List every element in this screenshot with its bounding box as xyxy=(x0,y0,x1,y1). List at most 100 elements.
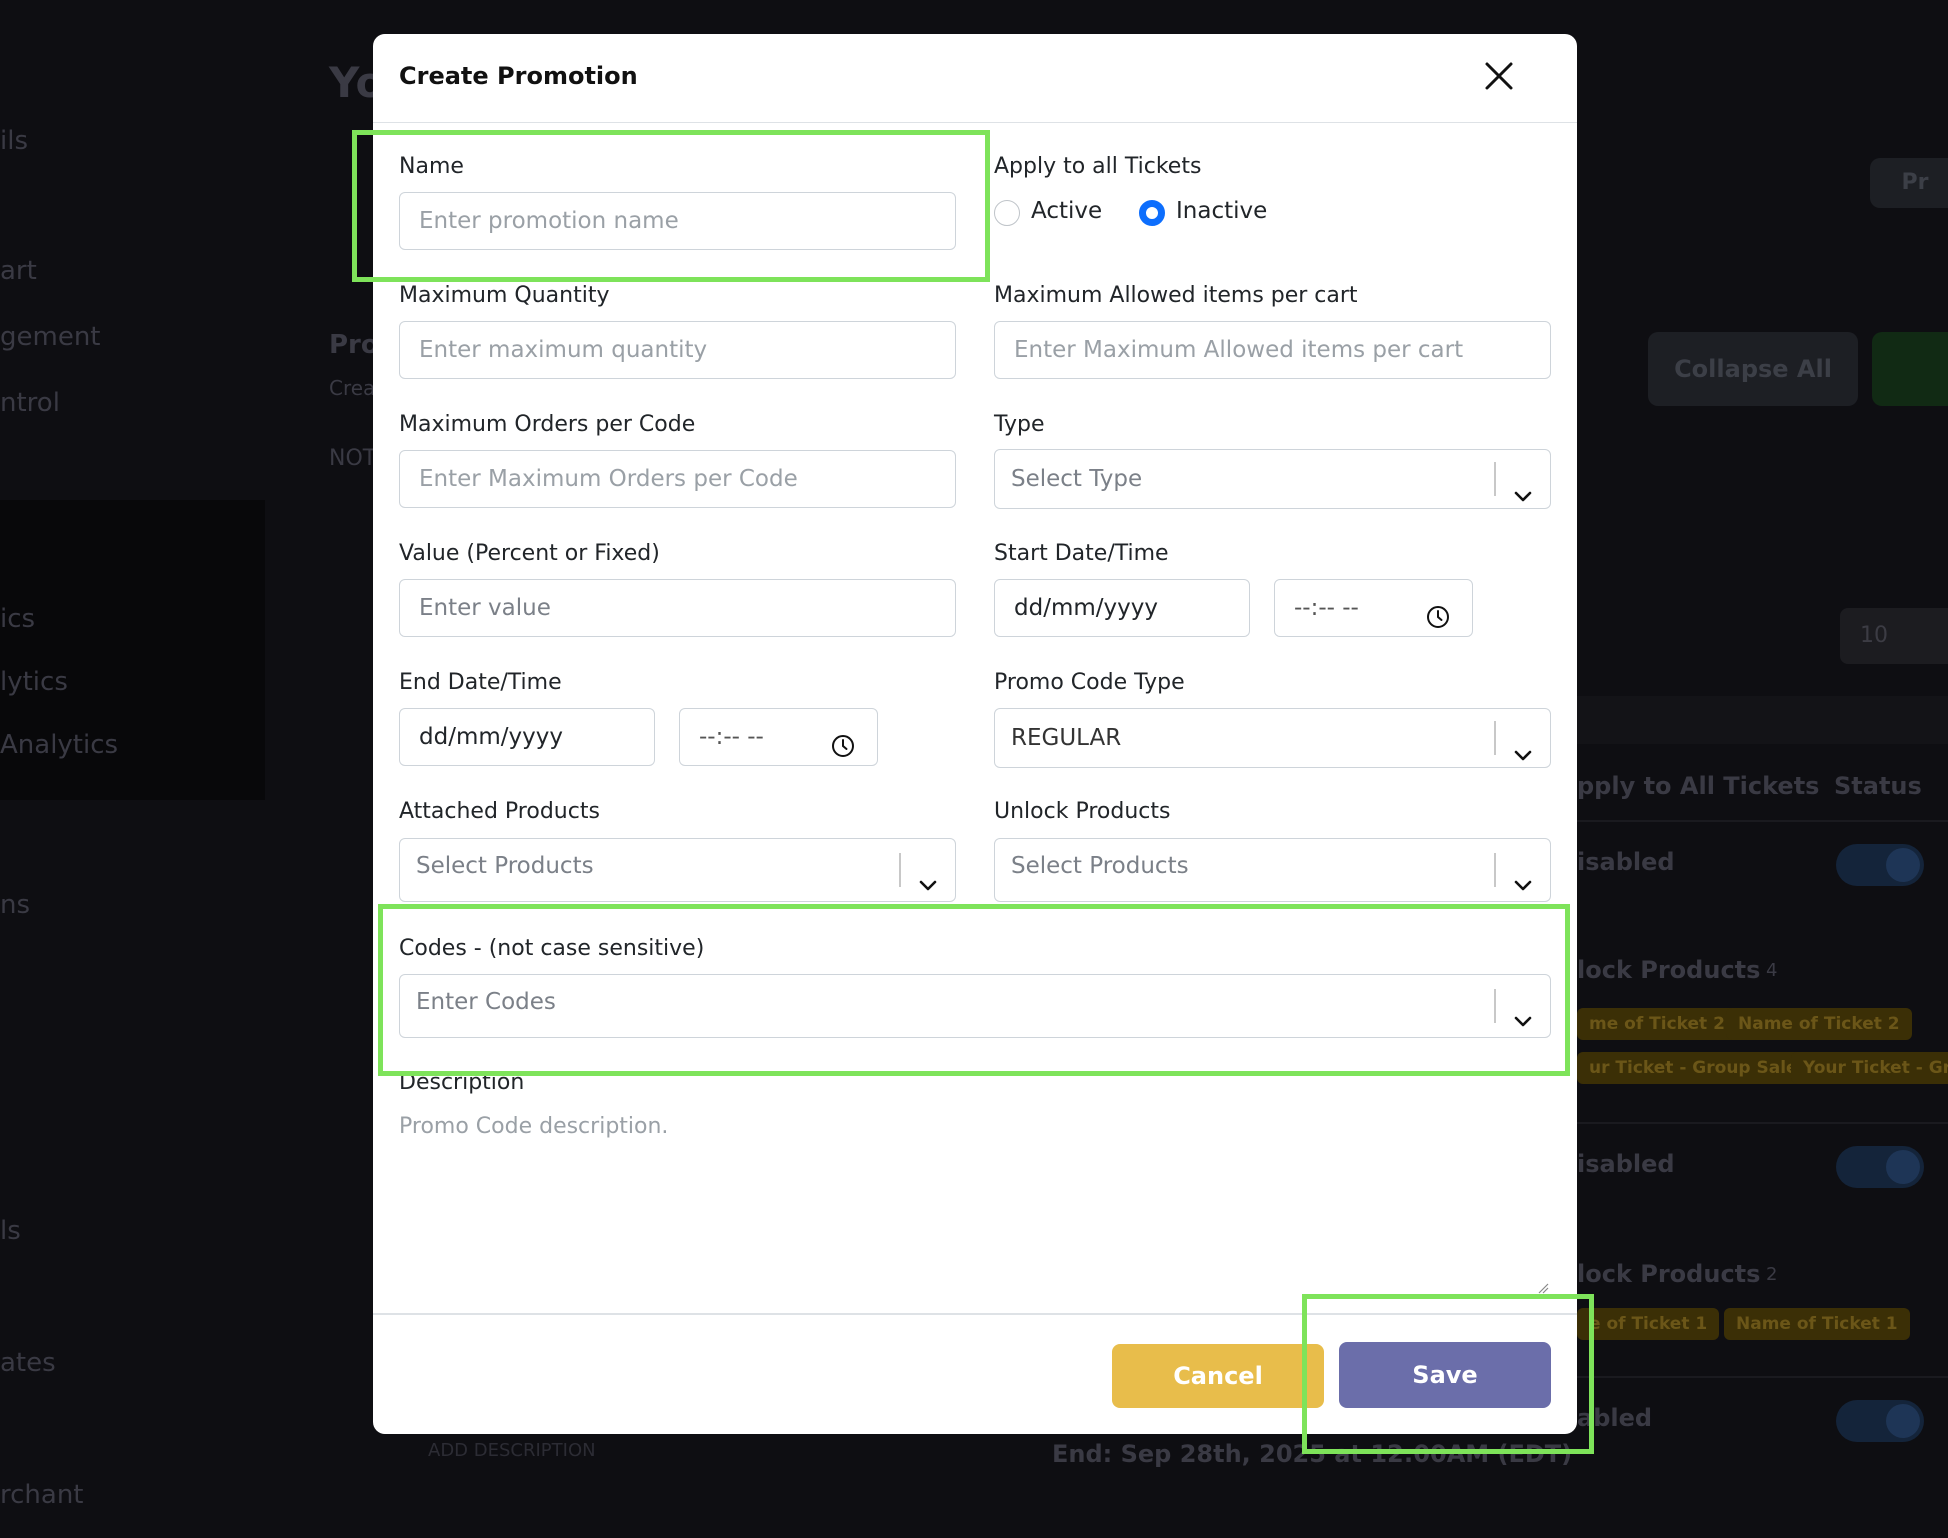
description-placeholder: Promo Code description. xyxy=(399,1114,669,1139)
close-button[interactable] xyxy=(1481,58,1517,94)
value-label: Value (Percent or Fixed) xyxy=(399,541,660,566)
close-icon xyxy=(1485,62,1513,90)
attached-products-label: Attached Products xyxy=(399,799,600,824)
chevron-down-icon[interactable] xyxy=(1513,470,1533,502)
cancel-button[interactable]: Cancel xyxy=(1112,1344,1324,1408)
active-radio-label[interactable]: Active xyxy=(1031,198,1102,224)
max-orders-label: Maximum Orders per Code xyxy=(399,412,696,437)
bg-nav-text: ntrol xyxy=(0,388,60,418)
bg-status: abled xyxy=(1577,1404,1653,1432)
bg-count: 2 xyxy=(1766,1264,1778,1285)
bg-end-date: End: Sep 28th, 2025 at 12:00AM (EDT) xyxy=(1052,1440,1573,1468)
chevron-down-icon[interactable] xyxy=(1513,997,1533,1027)
type-label: Type xyxy=(994,412,1045,437)
end-time-value: --:-- -- xyxy=(699,724,764,750)
chevron-down-icon[interactable] xyxy=(1513,729,1533,761)
bg-nav-text: rchant xyxy=(0,1480,84,1510)
chevron-down-icon[interactable] xyxy=(918,861,938,891)
save-button[interactable]: Save xyxy=(1339,1342,1551,1408)
max-orders-input[interactable]: Enter Maximum Orders per Code xyxy=(399,450,956,508)
resize-handle-icon[interactable] xyxy=(1537,1282,1549,1294)
chevron-down-icon[interactable] xyxy=(1513,861,1533,891)
codes-input[interactable]: Enter Codes xyxy=(399,974,1551,1038)
bg-chip: e of Ticket 1 xyxy=(1577,1308,1720,1340)
bg-text: Crea xyxy=(329,376,376,400)
modal-title: Create Promotion xyxy=(399,62,638,90)
select-separator xyxy=(1494,721,1496,755)
bg-nav-text: ns xyxy=(0,890,31,920)
bg-top-right-button: Pr xyxy=(1870,158,1948,208)
bg-nav-text: ils xyxy=(0,126,28,156)
attached-products-select[interactable]: Select Products xyxy=(399,838,956,902)
bg-column-header: pply to All Tickets xyxy=(1577,772,1820,800)
inactive-radio-label[interactable]: Inactive xyxy=(1176,198,1267,224)
bg-status: isabled xyxy=(1577,848,1675,876)
end-date-input[interactable]: dd/mm/yyyy xyxy=(399,708,655,766)
codes-placeholder: Enter Codes xyxy=(416,989,556,1015)
bg-heading: Pro xyxy=(329,330,379,360)
max-allowed-input[interactable]: Enter Maximum Allowed items per cart xyxy=(994,321,1551,379)
bg-column-header: Status xyxy=(1834,772,1922,800)
bg-unlock-label: lock Products xyxy=(1577,1260,1761,1288)
bg-add-description: ADD DESCRIPTION xyxy=(428,1440,596,1461)
bg-text: NOT xyxy=(329,446,377,471)
start-time-input[interactable]: --:-- -- xyxy=(1274,579,1473,637)
bg-nav-text: art xyxy=(0,256,37,286)
bg-status: isabled xyxy=(1577,1150,1675,1178)
create-promotion-modal: Create Promotion Name Enter promotion na… xyxy=(373,34,1577,1434)
select-separator xyxy=(1494,989,1496,1023)
promo-code-type-value: REGULAR xyxy=(1011,725,1122,751)
bg-green-button xyxy=(1872,332,1948,406)
bg-table-bar xyxy=(1577,696,1948,744)
codes-label: Codes - (not case sensitive) xyxy=(399,936,705,961)
max-quantity-input[interactable]: Enter maximum quantity xyxy=(399,321,956,379)
type-select[interactable]: Select Type xyxy=(994,449,1551,509)
end-datetime-label: End Date/Time xyxy=(399,670,562,695)
bg-unlock-label: lock Products xyxy=(1577,956,1761,984)
bg-nav-text: lytics xyxy=(0,667,68,697)
start-datetime-label: Start Date/Time xyxy=(994,541,1169,566)
bg-nav-text: gement xyxy=(0,322,101,352)
bg-chip: Name of Ticket 2 xyxy=(1726,1008,1912,1040)
select-separator xyxy=(1494,853,1496,887)
clock-icon[interactable] xyxy=(830,724,856,757)
bg-divider xyxy=(1577,1122,1948,1124)
name-label: Name xyxy=(399,154,464,179)
bg-chip: me of Ticket 2 xyxy=(1577,1008,1737,1040)
bg-collapse-all-button: Collapse All xyxy=(1648,332,1858,406)
bg-nav-text: ls xyxy=(0,1216,21,1246)
active-radio[interactable] xyxy=(994,200,1020,226)
bg-toggle xyxy=(1836,844,1924,886)
value-input[interactable]: Enter value xyxy=(399,579,956,637)
start-date-input[interactable]: dd/mm/yyyy xyxy=(994,579,1250,637)
description-textarea[interactable]: Promo Code description. xyxy=(399,1104,1551,1300)
apply-all-label: Apply to all Tickets xyxy=(994,154,1202,179)
attached-products-value: Select Products xyxy=(416,853,594,879)
bg-nav-text: Analytics xyxy=(0,730,119,760)
bg-divider xyxy=(1577,820,1948,822)
unlock-products-select[interactable]: Select Products xyxy=(994,838,1551,902)
promo-code-type-select[interactable]: REGULAR xyxy=(994,708,1551,768)
modal-header: Create Promotion xyxy=(373,34,1577,123)
promotion-name-input[interactable]: Enter promotion name xyxy=(399,192,956,250)
bg-nav-text: ics xyxy=(0,604,36,634)
promo-code-type-label: Promo Code Type xyxy=(994,670,1185,695)
clock-icon[interactable] xyxy=(1425,595,1451,628)
bg-nav-text: ates xyxy=(0,1348,56,1378)
select-separator xyxy=(1494,462,1496,496)
bg-count: 4 xyxy=(1766,960,1778,981)
bg-toggle xyxy=(1836,1400,1924,1442)
bg-chip: Your Ticket - Gro xyxy=(1791,1052,1948,1084)
end-time-input[interactable]: --:-- -- xyxy=(679,708,878,766)
unlock-products-label: Unlock Products xyxy=(994,799,1171,824)
select-separator xyxy=(899,853,901,887)
max-allowed-label: Maximum Allowed items per cart xyxy=(994,283,1358,308)
max-quantity-label: Maximum Quantity xyxy=(399,283,610,308)
inactive-radio[interactable] xyxy=(1139,200,1165,226)
unlock-products-value: Select Products xyxy=(1011,853,1189,879)
bg-chip: ur Ticket - Group Sale xyxy=(1577,1052,1810,1084)
description-label: Description xyxy=(399,1070,525,1095)
bg-toggle xyxy=(1836,1146,1924,1188)
modal-footer-divider xyxy=(373,1313,1577,1315)
type-select-value: Select Type xyxy=(1011,466,1143,492)
